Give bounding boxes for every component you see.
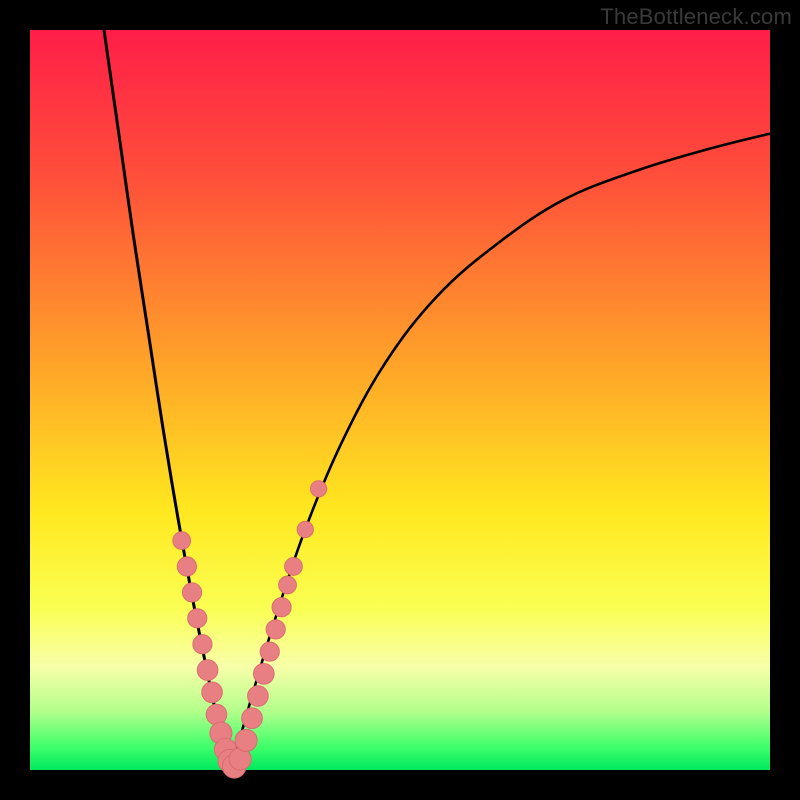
- data-marker: [193, 635, 212, 654]
- curve-right-branch: [230, 134, 770, 770]
- data-marker: [177, 557, 196, 576]
- plot-area: [30, 30, 770, 770]
- data-marker: [206, 704, 227, 725]
- marker-group: [173, 481, 327, 778]
- data-marker: [279, 576, 297, 594]
- data-marker: [310, 481, 326, 497]
- data-marker: [285, 558, 303, 576]
- curve-group: [104, 30, 770, 770]
- data-marker: [260, 642, 279, 661]
- watermark-text: TheBottleneck.com: [600, 4, 792, 30]
- data-marker: [297, 521, 313, 537]
- chart-frame: TheBottleneck.com: [0, 0, 800, 800]
- data-marker: [272, 598, 291, 617]
- data-marker: [242, 708, 263, 729]
- data-marker: [202, 682, 223, 703]
- data-marker: [197, 660, 218, 681]
- data-marker: [182, 583, 201, 602]
- data-marker: [253, 663, 274, 684]
- data-marker: [173, 532, 191, 550]
- data-marker: [188, 609, 207, 628]
- curve-left-branch: [104, 30, 230, 770]
- data-marker: [235, 729, 257, 751]
- chart-svg: [30, 30, 770, 770]
- data-marker: [248, 686, 269, 707]
- data-marker: [266, 620, 285, 639]
